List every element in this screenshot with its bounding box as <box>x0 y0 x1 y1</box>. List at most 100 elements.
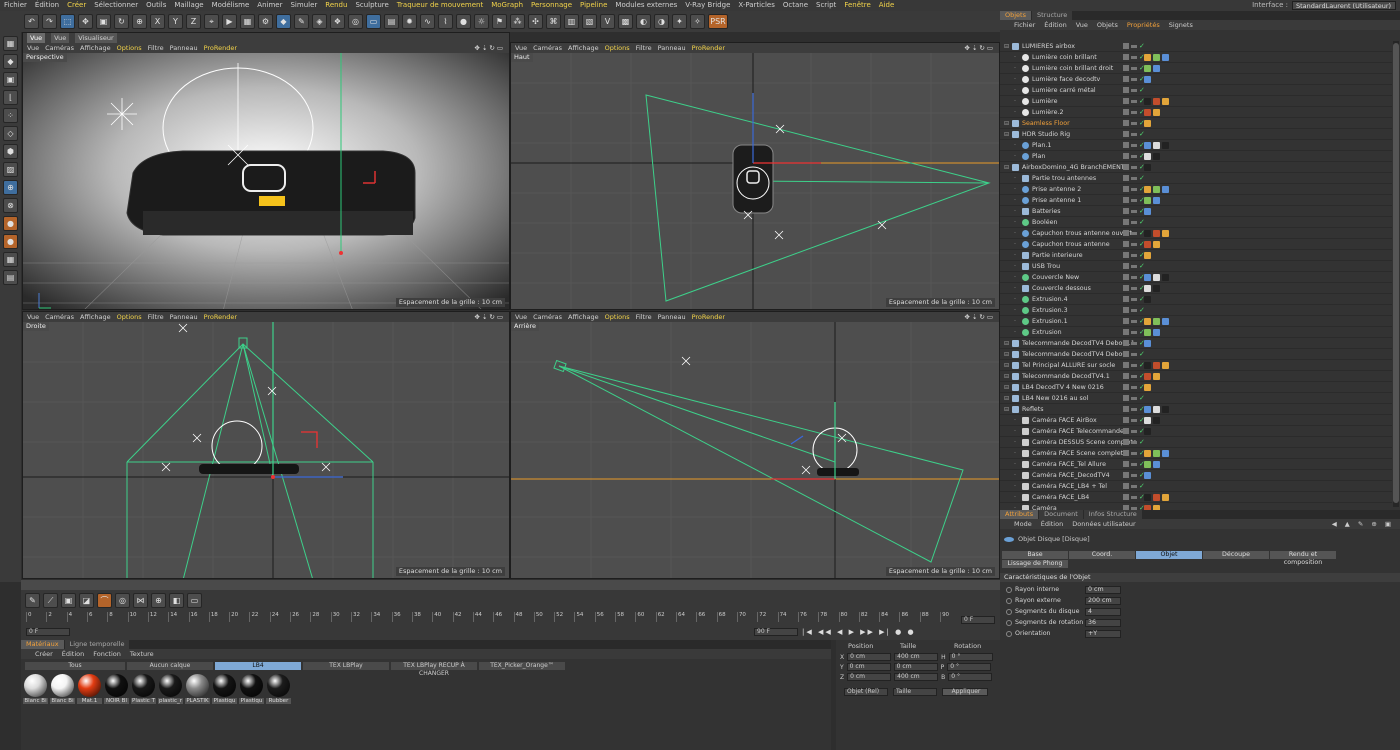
tag-icons[interactable] <box>1144 295 1151 303</box>
visibility-toggle[interactable]: ✓ <box>1123 284 1145 292</box>
menu-item-12[interactable]: MoGraph <box>487 0 527 11</box>
grid-icon[interactable]: ▦ <box>3 252 18 267</box>
expand-icon[interactable]: ⊟ <box>1004 131 1012 138</box>
texture-mode-icon[interactable]: ▣ <box>3 72 18 87</box>
object-row[interactable]: ⊟ Telecommande DecodTV4.1 ✓ <box>1000 371 1392 382</box>
rotation-field[interactable]: 0 ° <box>947 663 992 671</box>
visibility-toggle[interactable]: ✓ <box>1123 306 1145 314</box>
cube-icon[interactable]: ◆ <box>276 14 291 29</box>
tab-ligne-temporelle[interactable]: Ligne temporelle <box>64 640 130 649</box>
object-row[interactable]: · Extrusion ✓ <box>1000 327 1392 338</box>
menu-mode[interactable]: Mode <box>1014 520 1032 528</box>
menu-options[interactable]: Options <box>605 313 630 321</box>
attribute-value[interactable]: 36 <box>1085 618 1121 627</box>
object-row[interactable]: · USB Trou ✓ <box>1000 261 1392 272</box>
visibility-toggle[interactable]: ✓ <box>1123 405 1145 413</box>
menu-creer[interactable]: Créer <box>35 650 53 658</box>
menu-item-2[interactable]: Créer <box>63 0 90 11</box>
visibility-toggle[interactable]: ✓ <box>1123 251 1145 259</box>
object-row[interactable]: ⊟ Telecommande DecodTV4 Debout ✓ <box>1000 349 1392 360</box>
menu-item-10[interactable]: Sculpture <box>351 0 392 11</box>
visibility-toggle[interactable]: ✓ <box>1123 372 1145 380</box>
object-row[interactable]: · Booléen ✓ <box>1000 217 1392 228</box>
visibility-toggle[interactable]: ✓ <box>1123 339 1145 347</box>
redo-icon[interactable]: ↷ <box>42 14 57 29</box>
edges-mode-icon[interactable]: ◇ <box>3 126 18 141</box>
expand-icon[interactable]: · <box>1014 417 1022 424</box>
tag-icons[interactable] <box>1144 493 1169 501</box>
primitive-icon[interactable]: ● <box>456 14 471 29</box>
end-frame-field[interactable]: 90 F <box>754 628 798 636</box>
expand-icon[interactable]: · <box>1014 318 1022 325</box>
tab-vue-1[interactable]: Vue <box>27 33 46 43</box>
workplane-mode-icon[interactable]: ⌊ <box>3 90 18 105</box>
visibility-toggle[interactable]: ✓ <box>1123 53 1145 61</box>
object-row[interactable]: ⊟ LUMIÈRES airbox ✓ <box>1000 41 1392 52</box>
object-row[interactable]: · Lumière carré métal ✓ <box>1000 85 1392 96</box>
menu-item-6[interactable]: Modélisme <box>208 0 254 11</box>
menu-objets[interactable]: Objets <box>1097 21 1118 29</box>
tag-icons[interactable] <box>1144 427 1151 435</box>
tag-icons[interactable] <box>1144 416 1160 424</box>
object-row[interactable]: · Extrusion.1 ✓ <box>1000 316 1392 327</box>
object-row[interactable]: ⊟ LB4 New 0216 au sol ✓ <box>1000 393 1392 404</box>
expand-icon[interactable]: · <box>1014 263 1022 270</box>
array-icon[interactable]: ❖ <box>330 14 345 29</box>
expand-icon[interactable]: · <box>1014 329 1022 336</box>
visibility-toggle[interactable]: ✓ <box>1123 361 1145 369</box>
object-row[interactable]: · Prise antenne 1 ✓ <box>1000 195 1392 206</box>
material-layer[interactable]: TEX_Picker_Orange™ <box>479 662 565 670</box>
viewport-top[interactable]: Vue Caméras Affichage Options Filtre Pan… <box>510 42 1000 310</box>
material-swatch[interactable]: Plastiqu <box>212 674 237 704</box>
tag-icons[interactable] <box>1144 119 1151 127</box>
make-editable-icon[interactable]: ▦ <box>3 36 18 51</box>
object-row[interactable]: · Caméra FACE Scene complete ✓ <box>1000 448 1392 459</box>
size-mode-select[interactable]: Taille <box>893 688 937 696</box>
visibility-toggle[interactable]: ✓ <box>1123 262 1145 270</box>
subtab[interactable]: Coord. <box>1069 551 1135 559</box>
attribute-value[interactable]: 200 cm <box>1085 596 1121 605</box>
tag-icons[interactable] <box>1144 64 1160 72</box>
position-field[interactable]: 0 cm <box>847 653 892 661</box>
timeline-ruler[interactable]: 0 2 4 6 8 10 12 14 16 18 20 22 24 26 28 30 32 34 36 38 40 42 4… <box>26 612 961 622</box>
knife-icon[interactable]: ⟋ <box>43 593 58 608</box>
menu-item-21[interactable]: Aide <box>875 0 898 11</box>
visibility-toggle[interactable]: ✓ <box>1123 471 1145 479</box>
mirror-icon[interactable]: ◧ <box>169 593 184 608</box>
object-row[interactable]: · Caméra FACE_DecodTV4 ✓ <box>1000 470 1392 481</box>
material-swatch[interactable]: Plastic T <box>131 674 156 704</box>
deformer-icon[interactable]: ◎ <box>348 14 363 29</box>
object-row[interactable]: · Couvercle dessous ✓ <box>1000 283 1392 294</box>
material-swatch[interactable]: Mat.1 <box>77 674 102 704</box>
brush-icon[interactable]: ✎ <box>25 593 40 608</box>
pen-icon[interactable]: ✎ <box>294 14 309 29</box>
tag-icons[interactable] <box>1144 53 1169 61</box>
expand-icon[interactable]: ⊟ <box>1004 164 1012 171</box>
expand-icon[interactable]: · <box>1014 428 1022 435</box>
visibility-toggle[interactable]: ✓ <box>1123 317 1145 325</box>
render-settings-icon[interactable]: ⚙ <box>258 14 273 29</box>
sculpt-icon[interactable]: ● <box>3 234 18 249</box>
material-swatch[interactable]: Plastiqu <box>239 674 264 704</box>
visibility-toggle[interactable]: ✓ <box>1123 185 1145 193</box>
vray-render-icon[interactable]: ▩ <box>618 14 633 29</box>
viewport-nav-icons[interactable]: ✥⇣↻▭ <box>475 44 505 52</box>
tag-icons[interactable] <box>1144 460 1160 468</box>
object-row[interactable]: · Caméra FACE_LB4 + Tel ✓ <box>1000 481 1392 492</box>
viewport-right[interactable]: Vue Caméras Affichage Options Filtre Pan… <box>22 311 510 579</box>
tag-icons[interactable] <box>1144 229 1169 237</box>
render-picture-icon[interactable]: ▦ <box>240 14 255 29</box>
menu-panneau[interactable]: Panneau <box>170 313 198 321</box>
material-swatch[interactable]: Rubber <box>266 674 291 704</box>
visibility-toggle[interactable]: ✓ <box>1123 207 1145 215</box>
recent-tool-icon[interactable]: ⊕ <box>132 14 147 29</box>
menu-proprietes[interactable]: Propriétés <box>1127 21 1160 29</box>
material-layer[interactable]: TEX LBPlay <box>303 662 389 670</box>
xparticles-icon[interactable]: ✦ <box>672 14 687 29</box>
object-row[interactable]: · Lumière.2 ✓ <box>1000 107 1392 118</box>
menu-panneau[interactable]: Panneau <box>170 44 198 52</box>
scale-tool-icon[interactable]: ▣ <box>96 14 111 29</box>
menu-filtre[interactable]: Filtre <box>636 44 652 52</box>
menu-item-14[interactable]: Pipeline <box>576 0 611 11</box>
menu-edition[interactable]: Édition <box>1044 21 1067 29</box>
